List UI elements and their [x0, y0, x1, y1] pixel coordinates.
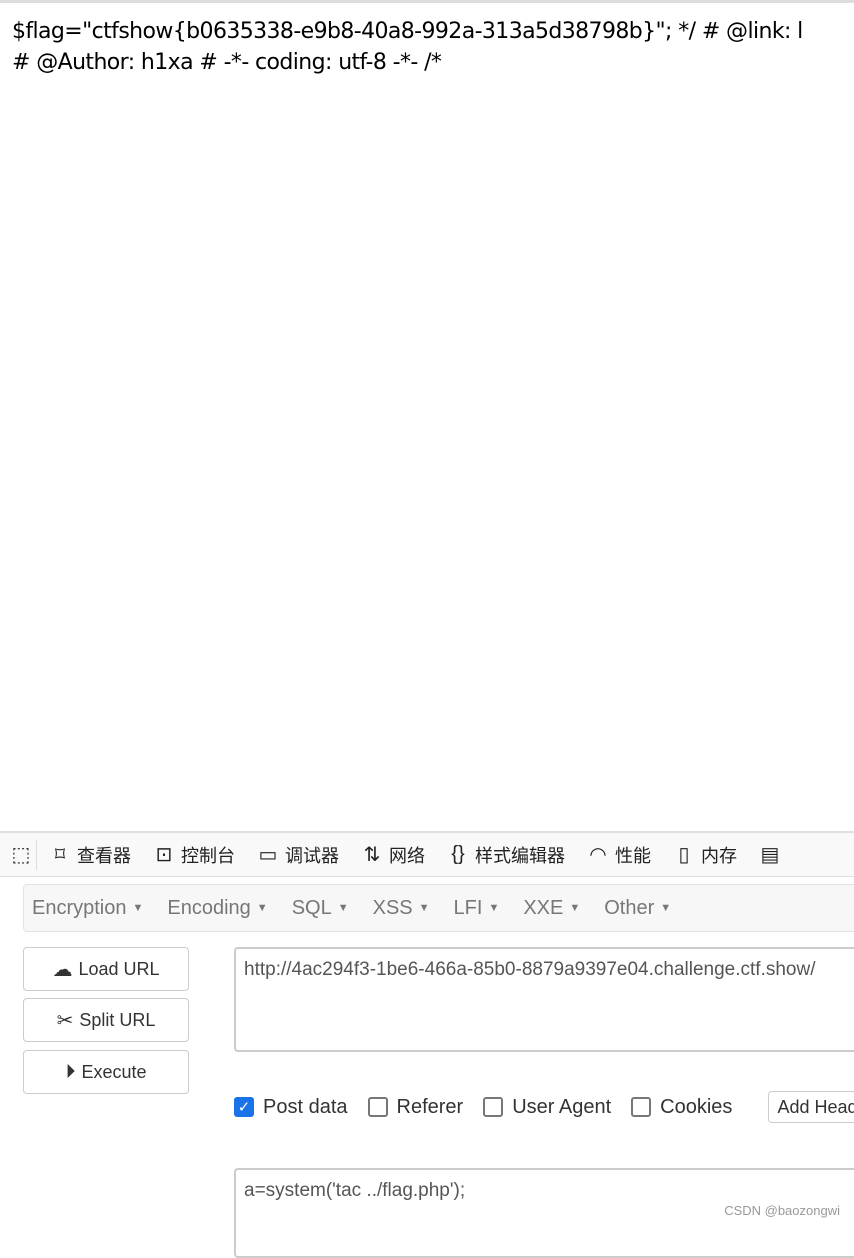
- tab-console[interactable]: ⊡ 控制台: [153, 842, 235, 868]
- checkbox-box: [483, 1097, 504, 1117]
- element-picker-icon[interactable]: ⬚: [10, 842, 32, 867]
- style-editor-icon: {}: [451, 843, 465, 865]
- menu-sql[interactable]: SQL ▼: [292, 897, 349, 920]
- url-input[interactable]: http://4ac294f3-1be6-466a-85b0-8879a9397…: [234, 947, 854, 1052]
- tab-label: 样式编辑器: [475, 845, 565, 866]
- menu-label: XSS: [372, 896, 413, 919]
- cookies-checkbox[interactable]: Cookies: [631, 1096, 732, 1119]
- tab-label: 控制台: [181, 845, 235, 866]
- menu-lfi[interactable]: LFI ▼: [454, 897, 500, 920]
- button-label: Execute: [81, 1061, 147, 1082]
- divider: [36, 839, 37, 870]
- checkbox-label: Post data: [263, 1095, 348, 1118]
- caret-down-icon: ▼: [488, 902, 500, 914]
- menu-encryption[interactable]: Encryption ▼: [32, 897, 143, 920]
- menu-encoding[interactable]: Encoding ▼: [167, 897, 267, 920]
- caret-down-icon: ▼: [569, 902, 581, 914]
- tab-network[interactable]: ⇅ 网络: [361, 842, 425, 868]
- tab-label: 查看器: [77, 845, 131, 866]
- tab-label: 性能: [615, 845, 651, 866]
- post-data-checkbox[interactable]: ✓ Post data: [234, 1096, 348, 1119]
- scissors-icon: ✂: [56, 1009, 74, 1032]
- checkmark-icon: ✓: [234, 1097, 254, 1117]
- load-url-button[interactable]: ☁ Load URL: [23, 947, 189, 991]
- tab-performance[interactable]: ◠ 性能: [587, 842, 651, 868]
- performance-icon: ◠: [589, 844, 607, 866]
- hackbar-menu: Encryption ▼ Encoding ▼ SQL ▼ XSS ▼ LFI ▼ XXE…: [23, 884, 854, 932]
- checkbox-label: Cookies: [660, 1095, 733, 1118]
- caret-down-icon: ▼: [132, 902, 144, 914]
- caret-down-icon: ▼: [337, 902, 349, 914]
- caret-down-icon: ▼: [660, 902, 672, 914]
- memory-icon: ▯: [678, 844, 690, 866]
- menu-label: LFI: [453, 896, 483, 919]
- checkbox-box: [367, 1097, 388, 1117]
- execute-button[interactable]: ⏵ Execute: [23, 1050, 189, 1094]
- checkbox-label: Referer: [396, 1095, 464, 1118]
- menu-xxe[interactable]: XXE ▼: [523, 897, 580, 920]
- console-icon: ⊡: [155, 844, 173, 866]
- menu-label: Other: [604, 896, 655, 919]
- tab-label: 网络: [389, 845, 425, 866]
- button-label: Split URL: [79, 1009, 156, 1030]
- inspector-icon: ⌑: [54, 844, 66, 866]
- split-url-button[interactable]: ✂ Split URL: [23, 998, 189, 1042]
- button-label: Load URL: [78, 958, 160, 979]
- network-icon: ⇅: [363, 844, 381, 866]
- referer-checkbox[interactable]: Referer: [367, 1095, 464, 1119]
- tab-label: 内存: [701, 845, 737, 866]
- tab-label: 调试器: [285, 845, 339, 866]
- checkbox-box: [631, 1097, 652, 1117]
- menu-label: XXE: [523, 896, 564, 919]
- caret-down-icon: ▼: [256, 902, 268, 914]
- add-header-button[interactable]: Add Header: [768, 1091, 854, 1123]
- cloud-download-icon: ☁: [52, 958, 73, 981]
- watermark: CSDN @baozongwi: [724, 1203, 840, 1218]
- devtools-toolbar: ⬚ ⌑ 查看器 ⊡ 控制台 ▭ 调试器 ⇅ 网络 {} 样式编辑器 ◠ 性能 ▯ 内存 ▤: [0, 831, 854, 877]
- tab-style-editor[interactable]: {} 样式编辑器: [447, 842, 565, 868]
- tab-memory[interactable]: ▯ 内存: [673, 842, 737, 868]
- menu-xss[interactable]: XSS ▼: [373, 897, 430, 920]
- tab-inspector[interactable]: ⌑ 查看器: [49, 842, 131, 868]
- page-output: $flag="ctfshow{b0635338-e9b8-40a8-992a-3…: [12, 16, 803, 78]
- tab-debugger[interactable]: ▭ 调试器: [257, 842, 339, 868]
- page-top-border: [0, 0, 854, 3]
- menu-label: Encryption: [32, 896, 127, 919]
- flag-line: $flag="ctfshow{b0635338-e9b8-40a8-992a-3…: [12, 19, 803, 44]
- checkbox-label: User Agent: [512, 1095, 612, 1118]
- options-row: ✓ Post data Referer User Agent Cookies Ad…: [234, 1091, 854, 1123]
- tab-storage[interactable]: ▤: [759, 842, 781, 867]
- author-line: # @Author: h1xa # -*- coding: utf-8 -*- …: [12, 50, 442, 75]
- menu-label: SQL: [291, 896, 332, 919]
- play-circle-icon: ⏵: [65, 1060, 76, 1083]
- user-agent-checkbox[interactable]: User Agent: [483, 1096, 611, 1119]
- caret-down-icon: ▼: [418, 902, 430, 914]
- storage-icon: ▤: [760, 844, 780, 866]
- menu-label: Encoding: [167, 896, 251, 919]
- menu-other[interactable]: Other ▼: [604, 897, 671, 920]
- debugger-icon: ▭: [258, 844, 278, 866]
